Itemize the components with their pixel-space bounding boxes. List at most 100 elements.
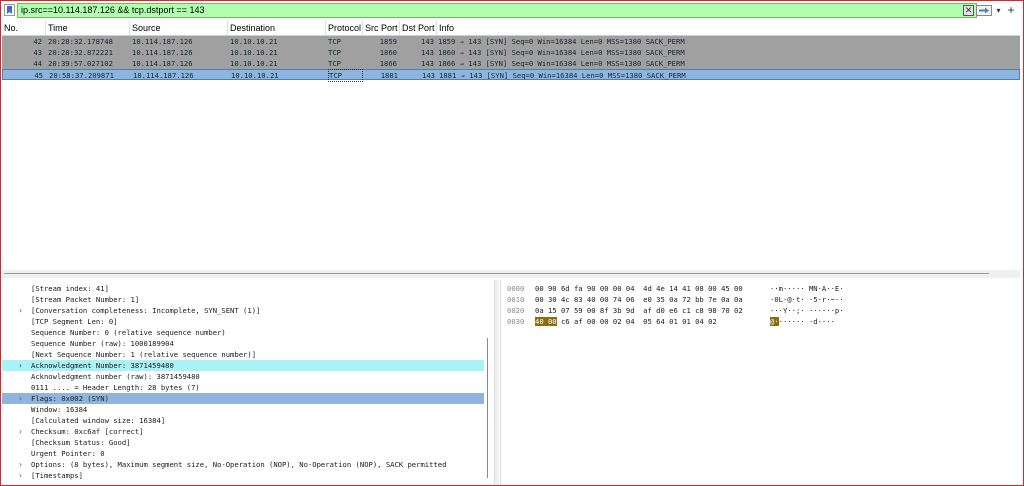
column-header-time[interactable]: Time xyxy=(46,21,130,35)
ascii-bytes[interactable]: @······· ·d···· xyxy=(770,316,835,327)
detail-tree-item[interactable]: 0111 .... = Header Length: 28 bytes (7) xyxy=(2,382,484,393)
expand-arrow-icon[interactable]: › xyxy=(18,360,26,371)
hex-bytes[interactable]: 40 00 c6 af 00 00 02 04 05 64 01 01 04 0… xyxy=(535,316,717,327)
clear-filter-icon[interactable]: ✕ xyxy=(963,5,974,16)
hex-highlight[interactable]: 40 00 xyxy=(535,317,557,326)
expand-arrow-icon[interactable]: › xyxy=(18,305,26,316)
detail-text: Acknowledgment number (raw): 3871459480 xyxy=(31,372,200,381)
cell-source: 10.114.187.126 xyxy=(133,71,194,80)
cell-destination: 10.10.10.21 xyxy=(231,71,279,80)
ascii-bytes[interactable]: ···Y··;· ······p· xyxy=(770,305,844,316)
column-header-info[interactable]: Info xyxy=(437,21,1020,35)
packet-row[interactable]: 45 20:58:37.209871 10.114.187.126 10.10.10.… xyxy=(2,69,1020,82)
apply-filter-arrow-icon[interactable] xyxy=(976,5,992,16)
detail-text: Flags: 0x002 (SYN) xyxy=(31,394,109,403)
detail-text: [Timestamps] xyxy=(31,471,83,480)
filter-history-dropdown-icon[interactable]: ▾ xyxy=(994,5,1003,16)
detail-tree-item[interactable]: Window: 16384 xyxy=(2,404,484,415)
cell-protocol: TCP xyxy=(328,48,341,57)
detail-text: [Stream index: 41] xyxy=(31,284,109,293)
column-header-destination[interactable]: Destination xyxy=(228,21,326,35)
cell-info: 1859 → 143 [SYN] Seq=0 Win=16384 Len=0 M… xyxy=(438,37,685,46)
detail-tree-item[interactable]: [TCP Segment Len: 0] xyxy=(2,316,484,327)
pane-splitter[interactable] xyxy=(2,270,1020,278)
hex-bytes[interactable]: 00 90 6d fa 90 00 00 04 4d 4e 14 41 08 0… xyxy=(535,283,743,294)
column-header-no[interactable]: No. xyxy=(2,21,46,35)
detail-text: Urgent Pointer: 0 xyxy=(31,449,105,458)
expand-arrow-icon[interactable]: › xyxy=(18,426,26,437)
cell-src-port: 1881 xyxy=(380,71,398,80)
detail-tree-item[interactable]: Sequence Number: 0 (relative sequence nu… xyxy=(2,327,484,338)
cell-info: 1881 → 143 [SYN] Seq=0 Win=16384 Len=0 M… xyxy=(439,71,686,80)
detail-text: [TCP Segment Len: 0] xyxy=(31,317,118,326)
vertical-pane-splitter[interactable] xyxy=(495,280,499,484)
ascii-bytes[interactable]: ·0L·@·t· ·5·r·~·· xyxy=(770,294,844,305)
cell-no: 44 xyxy=(33,59,42,68)
detail-text: Sequence Number: 0 (relative sequence nu… xyxy=(31,328,226,337)
detail-tree-item[interactable]: › Options: (8 bytes), Maximum segment siz… xyxy=(2,459,484,470)
detail-tree-item[interactable]: Acknowledgment number (raw): 3871459480 xyxy=(2,371,484,382)
cell-info: 1860 → 143 [SYN] Seq=0 Win=16384 Len=0 M… xyxy=(438,48,685,57)
cell-source: 10.114.187.126 xyxy=(132,48,193,57)
cell-destination: 10.10.10.21 xyxy=(230,48,278,57)
detail-tree-item[interactable]: Urgent Pointer: 0 xyxy=(2,448,484,459)
column-header-source[interactable]: Source xyxy=(130,21,228,35)
detail-text: [Calculated window size: 16384] xyxy=(31,416,166,425)
detail-tree-item[interactable]: [Calculated window size: 16384] xyxy=(2,415,484,426)
detail-tree-item[interactable]: [Checksum Status: Good] xyxy=(2,437,484,448)
expand-arrow-icon[interactable]: › xyxy=(18,459,26,470)
cell-time: 20:39:57.027102 xyxy=(48,59,113,68)
details-scrollbar[interactable] xyxy=(487,338,488,478)
detail-tree-item[interactable]: › [Conversation completeness: Incomplete,… xyxy=(2,305,484,316)
cell-dst-port: 143 xyxy=(422,71,435,80)
hex-offset: 0030 xyxy=(507,317,525,326)
add-filter-button-icon[interactable]: + xyxy=(1006,4,1016,16)
packet-list-header: No. Time Source Destination Protocol Src… xyxy=(2,21,1020,36)
display-filter-toolbar: ip.src==10.114.187.126 && tcp.dstport ==… xyxy=(2,3,1019,18)
column-header-dst-port[interactable]: Dst Port xyxy=(400,21,437,35)
cell-no: 42 xyxy=(33,37,42,46)
detail-text: [Stream Packet Number: 1] xyxy=(31,295,140,304)
cell-protocol: TCP xyxy=(328,69,363,82)
hex-bytes[interactable]: 0a 15 07 59 00 8f 3b 9d af d0 e6 c1 c8 9… xyxy=(535,305,743,316)
detail-text: Checksum: 0xc6af [correct] xyxy=(31,427,144,436)
cell-destination: 10.10.10.21 xyxy=(230,37,278,46)
column-header-src-port[interactable]: Src Port xyxy=(363,21,400,35)
detail-tree-item[interactable]: › [Timestamps] xyxy=(2,470,484,481)
cell-protocol: TCP xyxy=(328,59,341,68)
hex-offset: 0020 xyxy=(507,306,525,315)
packet-row[interactable]: 42 20:28:32.178748 10.114.187.126 10.10.10.… xyxy=(2,36,1020,47)
packet-row[interactable]: 44 20:39:57.027102 10.114.187.126 10.10.10.… xyxy=(2,58,1020,69)
cell-src-port: 1866 xyxy=(379,59,397,68)
detail-text: [Next Sequence Number: 1 (relative seque… xyxy=(31,350,257,359)
packet-details-pane: [Stream index: 41] [Stream Packet Number:… xyxy=(2,280,495,484)
cell-src-port: 1860 xyxy=(379,48,397,57)
expand-arrow-icon[interactable]: › xyxy=(18,470,26,481)
hex-bytes[interactable]: 00 30 4c 83 40 00 74 06 e0 35 0a 72 bb 7… xyxy=(535,294,743,305)
detail-text: Acknowledgment Number: 3871459480 xyxy=(31,361,174,370)
cell-destination: 10.10.10.21 xyxy=(230,59,278,68)
cell-time: 20:28:32.872221 xyxy=(48,48,113,57)
column-header-protocol[interactable]: Protocol xyxy=(326,21,363,35)
cell-no: 43 xyxy=(33,48,42,57)
expand-arrow-icon[interactable]: › xyxy=(18,393,26,404)
detail-tree-item[interactable]: › Acknowledgment Number: 3871459480 xyxy=(2,360,484,371)
hex-offset: 0010 xyxy=(507,295,525,304)
cell-src-port: 1859 xyxy=(379,37,397,46)
packet-row[interactable]: 43 20:28:32.872221 10.114.187.126 10.10.10.… xyxy=(2,47,1020,58)
ascii-bytes[interactable]: ··m····· MN·A··E· xyxy=(770,283,844,294)
cell-source: 10.114.187.126 xyxy=(132,37,193,46)
packet-list: No. Time Source Destination Protocol Src… xyxy=(2,21,1020,269)
detail-tree-item[interactable]: [Next Sequence Number: 1 (relative seque… xyxy=(2,349,484,360)
hex-offset: 0000 xyxy=(507,284,525,293)
detail-tree-item[interactable]: [Stream index: 41] xyxy=(2,283,484,294)
detail-tree-item[interactable]: Sequence Number (raw): 1000189904 xyxy=(2,338,484,349)
cell-time: 20:28:32.178748 xyxy=(48,37,113,46)
detail-text: Sequence Number (raw): 1000189904 xyxy=(31,339,174,348)
detail-tree-item[interactable]: › Checksum: 0xc6af [correct] xyxy=(2,426,484,437)
bookmark-icon[interactable] xyxy=(4,4,15,16)
detail-tree-item[interactable]: [Stream Packet Number: 1] xyxy=(2,294,484,305)
detail-tree-item[interactable]: › Flags: 0x002 (SYN) xyxy=(2,393,484,404)
ascii-highlight[interactable]: @· xyxy=(770,317,779,326)
display-filter-input[interactable]: ip.src==10.114.187.126 && tcp.dstport ==… xyxy=(17,3,977,18)
